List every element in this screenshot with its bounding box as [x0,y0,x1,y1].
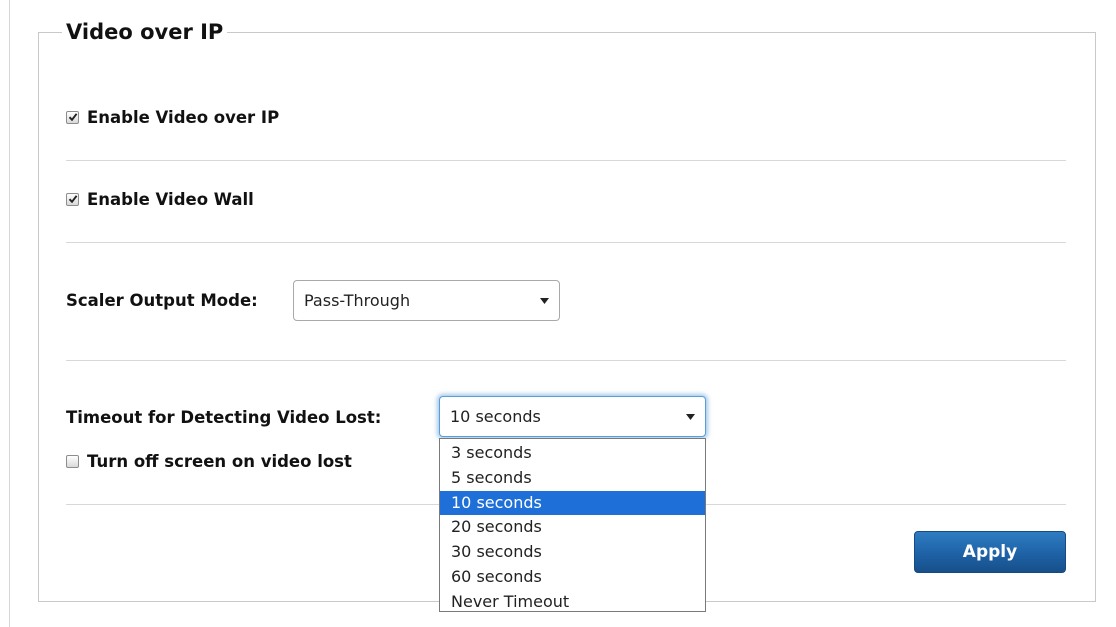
chevron-down-icon [686,413,695,420]
divider [706,504,1066,505]
divider [66,360,1066,361]
timeout-option-never[interactable]: Never Timeout [440,590,705,615]
scaler-output-mode-select[interactable]: Pass-Through [293,280,560,321]
apply-button[interactable]: Apply [914,531,1066,573]
turn-off-screen-row: Turn off screen on video lost [66,450,352,472]
timeout-option-20s[interactable]: 20 seconds [440,515,705,540]
checkmark-icon [68,113,77,122]
timeout-option-3s[interactable]: 3 seconds [440,441,705,466]
enable-video-over-ip-checkbox[interactable] [66,110,79,124]
turn-off-screen-label: Turn off screen on video lost [87,451,352,471]
divider [66,160,1066,161]
enable-video-wall-label: Enable Video Wall [87,189,254,209]
timeout-option-10s[interactable]: 10 seconds [440,490,705,516]
enable-video-wall-checkbox[interactable] [66,192,79,206]
enable-video-over-ip-row: Enable Video over IP [66,106,279,128]
timeout-label: Timeout for Detecting Video Lost: [66,407,382,427]
timeout-select[interactable]: 10 seconds [439,396,706,437]
scaler-output-mode-value: Pass-Through [304,291,411,310]
page-left-edge [9,0,10,627]
timeout-row: Timeout for Detecting Video Lost: [66,406,381,428]
timeout-dropdown-list: 3 seconds 5 seconds 10 seconds 20 second… [439,438,706,612]
turn-off-screen-checkbox[interactable] [66,454,79,468]
timeout-option-30s[interactable]: 30 seconds [440,540,705,565]
scaler-output-mode-row: Scaler Output Mode: [66,289,258,311]
enable-video-wall-row: Enable Video Wall [66,188,254,210]
divider [66,242,1066,243]
checkmark-icon [68,195,77,204]
section-title: Video over IP [62,18,228,46]
timeout-option-5s[interactable]: 5 seconds [440,466,705,491]
enable-video-over-ip-label: Enable Video over IP [87,107,280,127]
timeout-value: 10 seconds [450,407,541,426]
divider [66,504,439,505]
scaler-output-mode-label: Scaler Output Mode: [66,290,258,310]
chevron-down-icon [540,297,549,304]
timeout-option-60s[interactable]: 60 seconds [440,565,705,590]
